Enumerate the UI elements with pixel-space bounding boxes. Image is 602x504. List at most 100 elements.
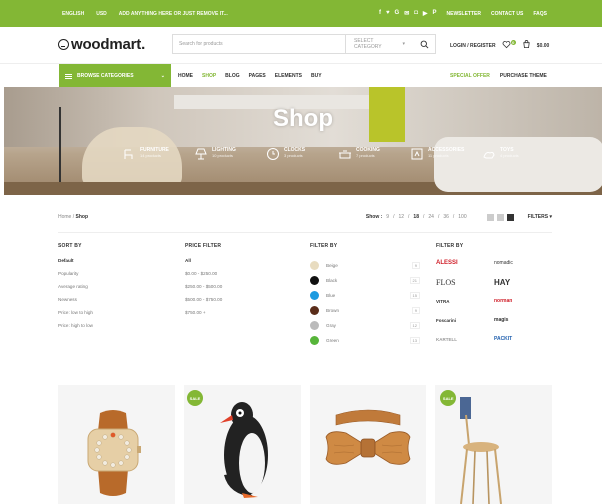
- grid-3-icon[interactable]: [496, 213, 504, 221]
- breadcrumb-home[interactable]: Home: [58, 214, 71, 220]
- menu-item-blog[interactable]: BLOG: [225, 73, 239, 79]
- category-count: 3 products: [284, 153, 303, 158]
- color-option-gray[interactable]: Gray 12: [310, 318, 420, 333]
- email-icon[interactable]: ✉: [404, 10, 409, 17]
- color-option-beige[interactable]: Beige 9: [310, 258, 420, 273]
- sort-option[interactable]: Popularity: [58, 271, 93, 284]
- lamp-icon: [194, 147, 208, 161]
- instagram-icon[interactable]: ◘: [414, 10, 418, 17]
- top-bar-links: NEWSLETTER CONTACT US FAQS: [447, 11, 547, 17]
- filters-label: FILTERS: [527, 214, 549, 220]
- cart-total[interactable]: $0.00: [537, 43, 550, 49]
- show-option-9[interactable]: 9: [386, 214, 389, 220]
- grid-2-icon[interactable]: [486, 213, 494, 221]
- price-option[interactable]: $0.00 - $250.00: [185, 271, 222, 284]
- brand-packit[interactable]: PACKIT: [494, 334, 552, 344]
- currency-selector[interactable]: USD: [96, 11, 107, 17]
- separator: /: [452, 214, 455, 220]
- brand-grid: ALESSI nomadic FLOS HAY VITRA norman Fos…: [436, 258, 552, 344]
- hero-category-furniture[interactable]: FURNITURE 14 products: [122, 147, 184, 161]
- logo-text: woodmart.: [71, 36, 146, 53]
- brand-flos[interactable]: FLOS: [436, 277, 494, 287]
- facebook-icon[interactable]: f: [379, 10, 381, 17]
- chair-icon: [122, 147, 136, 161]
- brand-nomadic[interactable]: nomadic: [494, 258, 552, 268]
- show-option-36[interactable]: 36: [443, 214, 449, 220]
- price-option[interactable]: $750.00 +: [185, 310, 222, 323]
- price-option[interactable]: $500.00 - $750.00: [185, 297, 222, 310]
- show-label-text: Show :: [365, 214, 383, 220]
- youtube-icon[interactable]: ▶: [423, 10, 428, 17]
- price-option[interactable]: $250.00 - $500.00: [185, 284, 222, 297]
- primary-menu: HOME SHOP BLOG PAGES ELEMENTS BUY: [178, 64, 322, 88]
- browse-categories-button[interactable]: BROWSE CATEGORIES ⌄: [59, 64, 171, 88]
- product-card[interactable]: SALE: [435, 385, 552, 504]
- cart-icon[interactable]: [522, 40, 531, 51]
- menu-item-buy[interactable]: BUY: [311, 73, 322, 79]
- brand-kartell[interactable]: KARTELL: [436, 334, 494, 344]
- brand-magis[interactable]: magis: [494, 315, 552, 325]
- language-selector[interactable]: ENGLISH: [62, 11, 84, 17]
- hero-category-cooking[interactable]: COOKING 7 products: [338, 147, 400, 161]
- sort-option[interactable]: Newness: [58, 297, 93, 310]
- faqs-link[interactable]: FAQS: [533, 11, 547, 17]
- hero-category-toys[interactable]: TOYS 4 products: [482, 147, 544, 161]
- hero-category-clocks[interactable]: CLOCKS 3 products: [266, 147, 328, 161]
- color-name: Green: [326, 338, 339, 343]
- product-card[interactable]: [309, 385, 427, 504]
- filter-panel: SORT BY Default Popularity Average ratin…: [58, 232, 552, 362]
- search-icon[interactable]: [413, 40, 435, 49]
- separator: /: [437, 214, 440, 220]
- brand-filter-column: FILTER BY ALESSI nomadic FLOS HAY VITRA …: [436, 243, 552, 344]
- color-option-blue[interactable]: Blue 15: [310, 288, 420, 303]
- pinterest-icon[interactable]: P: [433, 10, 437, 17]
- twitter-icon[interactable]: ♥: [386, 10, 390, 17]
- purchase-theme-link[interactable]: PURCHASE THEME: [500, 73, 547, 79]
- sort-option[interactable]: Price: low to high: [58, 310, 93, 323]
- color-swatch: [310, 321, 319, 330]
- color-name: Blue: [326, 293, 336, 298]
- hero-category-lighting[interactable]: LIGHTING 10 products: [194, 147, 256, 161]
- special-offer-link[interactable]: SPECIAL OFFER: [450, 73, 490, 79]
- search-input[interactable]: Search for products: [173, 41, 345, 47]
- brand-hay[interactable]: HAY: [494, 277, 552, 287]
- brand-foscarini[interactable]: Foscarini: [436, 315, 494, 325]
- google-plus-icon[interactable]: G: [395, 10, 400, 17]
- show-option-12[interactable]: 12: [398, 214, 404, 220]
- show-option-18[interactable]: 18: [413, 214, 419, 220]
- login-register-link[interactable]: LOGIN / REGISTER: [450, 43, 496, 49]
- brand-norman[interactable]: norman: [494, 296, 552, 306]
- sort-option[interactable]: Average rating: [58, 284, 93, 297]
- filters-button[interactable]: FILTERS ▾: [528, 214, 552, 220]
- clock-icon: [266, 147, 280, 161]
- grid-4-icon[interactable]: [506, 213, 514, 221]
- page-title: Shop: [273, 105, 333, 132]
- search-category-select[interactable]: SELECT CATEGORY ▾: [345, 35, 413, 53]
- contact-link[interactable]: CONTACT US: [491, 11, 523, 17]
- show-label: Show :: [366, 214, 382, 220]
- heart-icon[interactable]: [502, 40, 511, 51]
- menu-item-home[interactable]: HOME: [178, 73, 193, 79]
- logo[interactable]: woodmart.: [58, 36, 145, 53]
- product-card[interactable]: [58, 385, 175, 504]
- menu-item-pages[interactable]: PAGES: [249, 73, 266, 79]
- brand-alessi[interactable]: ALESSI: [436, 258, 494, 268]
- newsletter-link[interactable]: NEWSLETTER: [447, 11, 481, 17]
- sort-by-column: SORT BY Default Popularity Average ratin…: [58, 243, 93, 336]
- color-option-brown[interactable]: Brown 9: [310, 303, 420, 318]
- menu-item-elements[interactable]: ELEMENTS: [275, 73, 302, 79]
- color-name: Brown: [326, 308, 340, 313]
- sort-option[interactable]: Default: [58, 258, 93, 271]
- color-swatch: [310, 336, 319, 345]
- sort-option[interactable]: Price: high to low: [58, 323, 93, 336]
- show-option-100[interactable]: 100: [458, 214, 466, 220]
- show-option-24[interactable]: 24: [428, 214, 434, 220]
- hero-category-accessories[interactable]: ACCESSORIES 11 products: [410, 147, 472, 161]
- color-option-black[interactable]: Black 21: [310, 273, 420, 288]
- price-option[interactable]: All: [185, 258, 222, 271]
- menu-item-shop[interactable]: SHOP: [202, 73, 216, 79]
- brand-vitra[interactable]: VITRA: [436, 296, 494, 306]
- product-grid: SALE: [58, 385, 552, 504]
- search-category-label: SELECT CATEGORY: [354, 38, 382, 50]
- color-option-green[interactable]: Green 13: [310, 333, 420, 348]
